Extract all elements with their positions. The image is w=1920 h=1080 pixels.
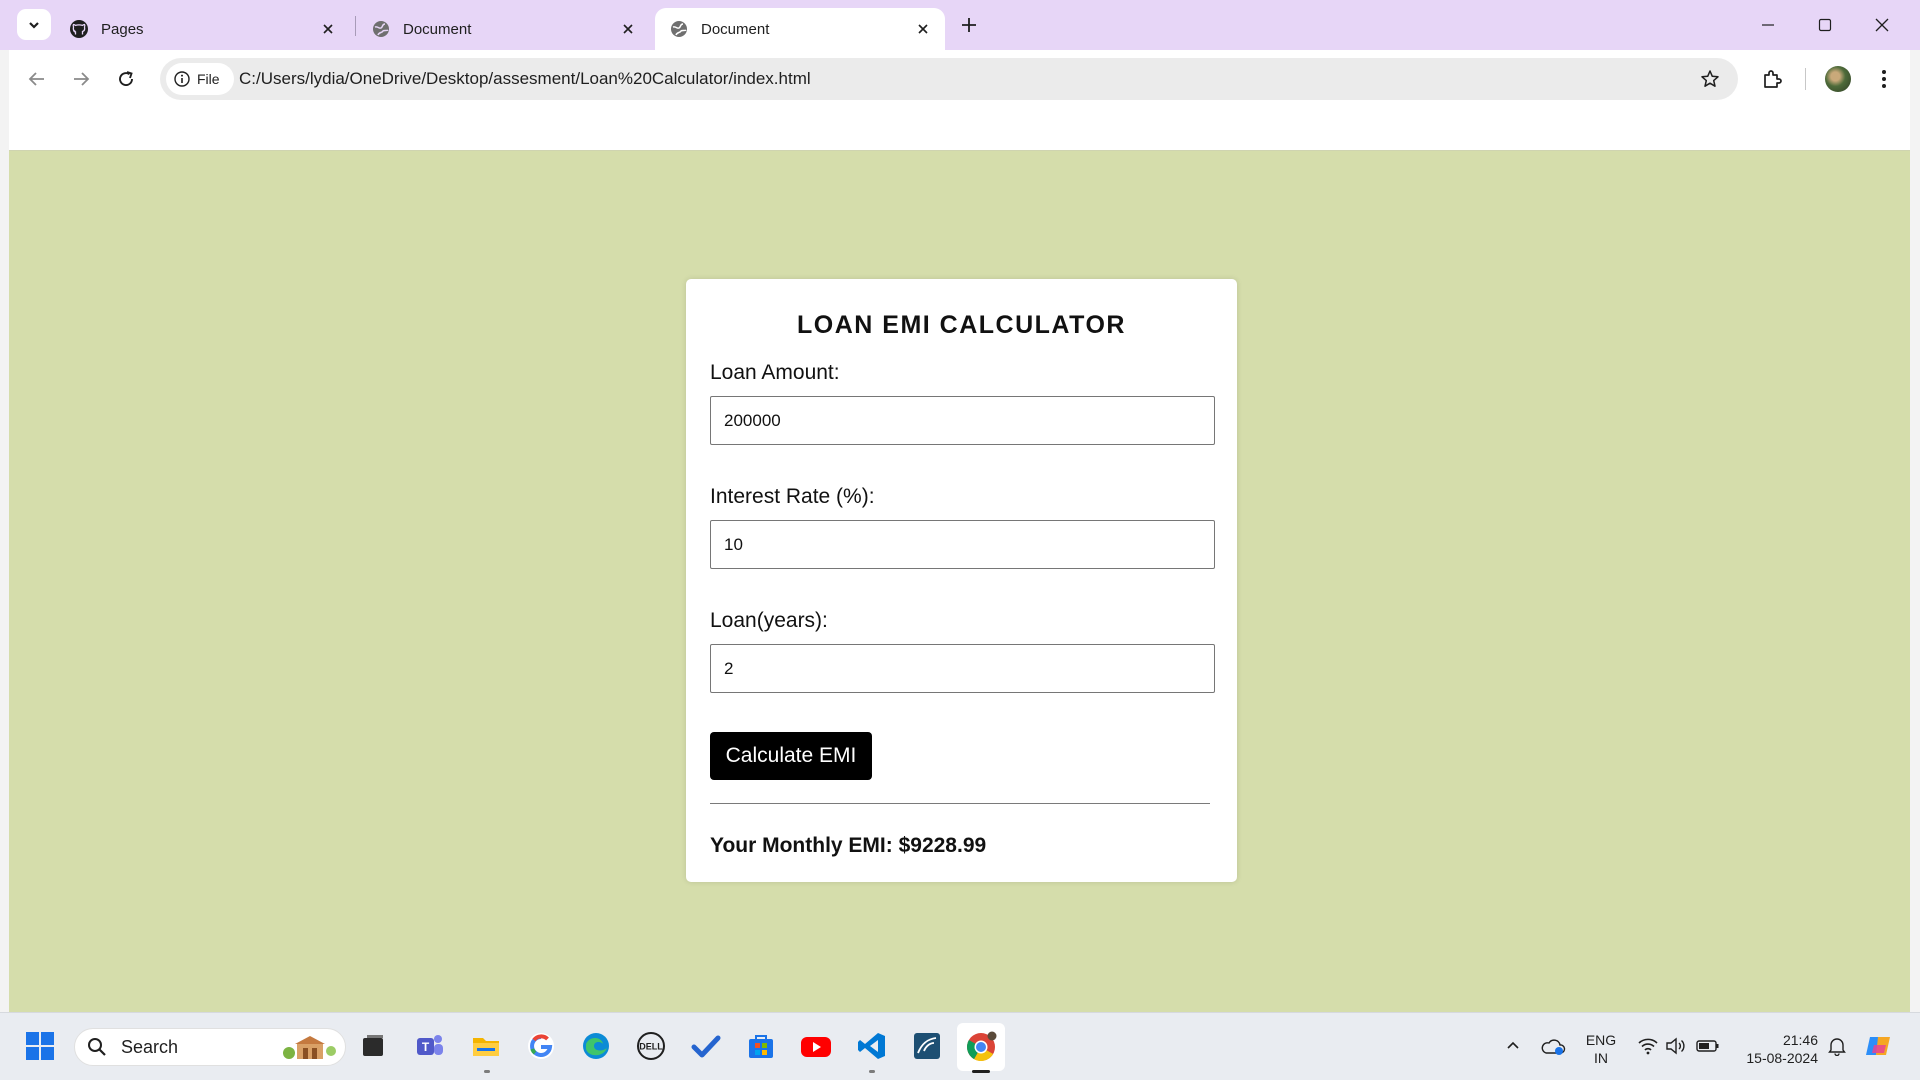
toolbar-divider — [1805, 68, 1806, 90]
address-bar[interactable]: File C:/Users/lydia/OneDrive/Desktop/ass… — [160, 58, 1738, 100]
github-icon — [69, 19, 89, 39]
extensions-button[interactable] — [1757, 64, 1787, 94]
active-indicator — [972, 1070, 990, 1073]
svg-text:T: T — [422, 1040, 430, 1054]
url-text[interactable]: C:/Users/lydia/OneDrive/Desktop/assesmen… — [239, 69, 811, 89]
notification-settings-icon[interactable] — [1820, 1029, 1854, 1063]
edge-icon[interactable] — [579, 1029, 613, 1063]
new-tab-button[interactable] — [956, 12, 982, 38]
close-icon — [1875, 18, 1889, 32]
youtube-icon[interactable] — [799, 1029, 833, 1063]
monthly-emi-result: Your Monthly EMI: $9228.99 — [710, 834, 987, 857]
tab-document-active[interactable]: Document — [655, 8, 945, 50]
star-icon — [1701, 70, 1719, 87]
minimize-icon — [1762, 24, 1774, 26]
search-icon — [88, 1038, 106, 1056]
page-title: LOAN EMI CALCULATOR — [797, 311, 1126, 339]
result-divider — [710, 803, 1210, 804]
globe-icon — [371, 19, 391, 39]
calculate-emi-button[interactable]: Calculate EMI — [710, 732, 872, 780]
tab-title: Pages — [101, 20, 144, 38]
close-window-button[interactable] — [1867, 10, 1897, 40]
close-icon[interactable] — [618, 19, 638, 39]
info-icon — [174, 71, 190, 87]
back-button[interactable] — [22, 64, 52, 94]
window-border-left — [0, 50, 9, 1012]
running-indicator — [484, 1070, 490, 1073]
reload-icon — [119, 71, 133, 86]
page-viewport: LOAN EMI CALCULATOR Loan Amount: Interes… — [9, 150, 1910, 1012]
browser-toolbar: File C:/Users/lydia/OneDrive/Desktop/ass… — [0, 50, 1920, 108]
bookmark-star-button[interactable] — [1698, 67, 1722, 91]
chevron-down-icon — [29, 21, 39, 29]
chevron-up-icon[interactable] — [1496, 1029, 1530, 1063]
arrow-left-icon — [28, 72, 44, 86]
tab-title: Document — [701, 20, 770, 38]
loan-years-label: Loan(years): — [710, 609, 828, 632]
taskbar-search[interactable]: Search — [74, 1028, 346, 1066]
taskbar-search-placeholder: Search — [121, 1036, 179, 1057]
profile-button[interactable] — [1823, 64, 1853, 94]
tab-separator — [355, 16, 356, 36]
tab-document-1[interactable]: Document — [357, 8, 650, 50]
windows-taskbar: Search T DELL ENG IN 21:46 15-08-2024 — [0, 1012, 1920, 1080]
arrow-right-icon — [74, 72, 90, 86]
maximize-button[interactable] — [1810, 10, 1840, 40]
loan-amount-label: Loan Amount: — [710, 361, 840, 384]
store-icon[interactable] — [744, 1029, 778, 1063]
plus-icon — [962, 18, 976, 32]
battery-icon[interactable] — [1691, 1029, 1725, 1063]
language-line-1: ENG — [1585, 1032, 1617, 1048]
browser-menu-button[interactable] — [1869, 64, 1899, 94]
avatar — [1825, 66, 1851, 92]
window-border-right — [1910, 50, 1920, 1012]
puzzle-icon — [1764, 70, 1782, 88]
teams-icon[interactable]: T — [413, 1029, 447, 1063]
tab-strip: Pages Document Document — [0, 0, 1920, 50]
clock-time: 21:46 — [1782, 1032, 1818, 1048]
copilot-icon[interactable] — [1862, 1029, 1896, 1063]
close-icon[interactable] — [318, 19, 338, 39]
reload-button[interactable] — [111, 64, 141, 94]
dell-icon[interactable]: DELL — [634, 1029, 668, 1063]
onedrive-icon[interactable] — [1536, 1029, 1570, 1063]
interest-rate-label: Interest Rate (%): — [710, 485, 875, 508]
forward-button[interactable] — [66, 64, 96, 94]
volume-icon[interactable] — [1659, 1029, 1693, 1063]
chrome-icon[interactable] — [957, 1023, 1005, 1071]
clock[interactable]: 21:46 15-08-2024 — [1736, 1031, 1818, 1067]
task-view-icon[interactable] — [356, 1029, 390, 1063]
close-icon[interactable] — [913, 19, 933, 39]
google-icon[interactable] — [524, 1029, 558, 1063]
clock-date: 15-08-2024 — [1746, 1050, 1818, 1066]
windows-start-icon[interactable] — [23, 1029, 57, 1063]
tab-title: Document — [403, 20, 472, 38]
mysql-workbench-icon[interactable] — [910, 1029, 944, 1063]
interest-rate-input[interactable] — [710, 520, 1215, 569]
site-chip-label: File — [197, 71, 220, 87]
loan-amount-input[interactable] — [710, 396, 1215, 445]
tab-pages[interactable]: Pages — [55, 8, 350, 50]
maximize-icon — [1818, 18, 1832, 32]
search-highlight-icon — [283, 1036, 336, 1059]
tab-search-button[interactable] — [17, 9, 51, 40]
svg-text:DELL: DELL — [639, 1042, 663, 1052]
minimize-button[interactable] — [1753, 10, 1783, 40]
language-line-2: IN — [1594, 1050, 1608, 1066]
globe-icon — [669, 19, 689, 39]
language-indicator[interactable]: ENG IN — [1584, 1031, 1618, 1067]
file-explorer-icon[interactable] — [469, 1029, 503, 1063]
todo-icon[interactable] — [689, 1029, 723, 1063]
loan-years-input[interactable] — [710, 644, 1215, 693]
running-indicator — [869, 1070, 875, 1073]
calculator-card: LOAN EMI CALCULATOR Loan Amount: Interes… — [686, 279, 1237, 882]
vscode-icon[interactable] — [855, 1029, 889, 1063]
site-info-chip[interactable]: File — [166, 63, 234, 95]
more-vertical-icon — [1882, 70, 1886, 88]
browser-window: Pages Document Document File C:/Users/ly… — [0, 0, 1920, 1012]
